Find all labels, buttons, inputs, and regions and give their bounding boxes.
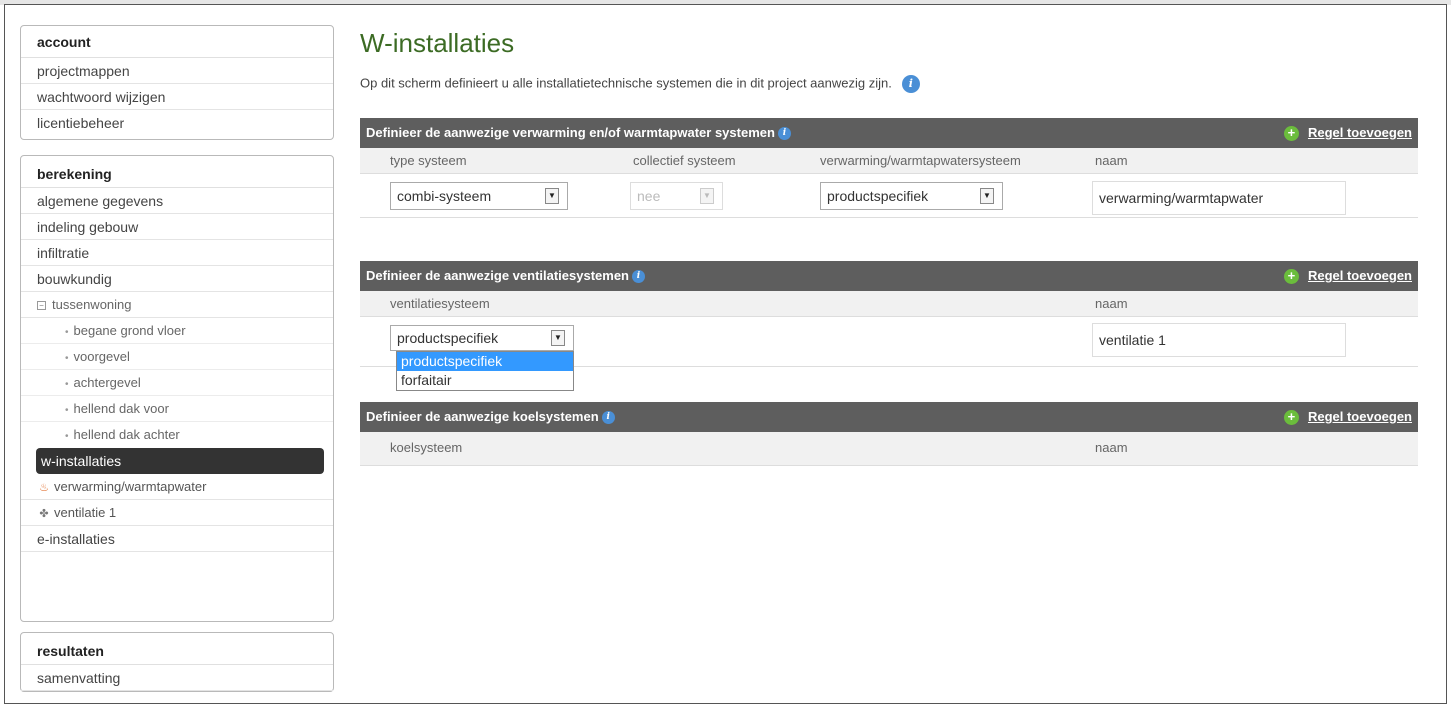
column-header-type-systeem: type systeem <box>390 153 467 168</box>
sidebar-item-indeling-gebouw[interactable]: indeling gebouw <box>21 214 333 240</box>
chevron-down-icon: ▼ <box>980 188 994 204</box>
tree-item-hellend-dak-voor[interactable]: • hellend dak voor <box>21 396 333 422</box>
heating-header: Definieer de aanwezige verwarming en/of … <box>366 125 775 140</box>
add-row-label: Regel toevoegen <box>1307 125 1412 140</box>
resultaten-heading: resultaten <box>21 633 333 665</box>
chevron-down-icon: ▼ <box>545 188 559 204</box>
select-value: productspecifiek <box>827 188 929 204</box>
bullet-icon: • <box>65 405 69 416</box>
sidebar-item-label: ventilatie 1 <box>54 505 117 520</box>
intro-label: Op dit scherm definieert u alle installa… <box>360 75 892 91</box>
heating-add-row-link[interactable]: + Regel toevoegen <box>1283 118 1412 148</box>
collectief-systeem-select: nee ▼ <box>630 182 723 210</box>
sidebar-item-e-installaties[interactable]: e-installaties <box>21 526 333 552</box>
chevron-down-icon: ▼ <box>700 188 714 204</box>
select-value: nee <box>637 188 661 204</box>
info-icon[interactable]: i <box>632 270 645 284</box>
add-row-label: Regel toevoegen <box>1307 268 1412 283</box>
tree-item-label: voorgevel <box>73 349 130 364</box>
column-header-koelsysteem: koelsysteem <box>390 440 463 455</box>
plus-icon: + <box>1283 126 1299 142</box>
ventilation-naam-input[interactable]: ventilatie 1 <box>1092 323 1346 357</box>
sidebar-item-bouwkundig[interactable]: bouwkundig <box>21 266 333 292</box>
bullet-icon: • <box>65 379 69 390</box>
account-panel: account projectmappen wachtwoord wijzige… <box>20 25 334 140</box>
add-row-label: Regel toevoegen <box>1307 409 1412 424</box>
cooling-column-headers: koelsysteem naam <box>360 432 1418 466</box>
tree-item-label: achtergevel <box>73 375 141 390</box>
sidebar-item-label: verwarming/warmtapwater <box>54 479 207 494</box>
cooling-header: Definieer de aanwezige koelsystemen <box>366 409 599 424</box>
column-header-verwarming-systeem: verwarming/warmtapwatersysteem <box>820 153 1021 168</box>
ventilatiesysteem-select[interactable]: productspecifiek ▼ <box>390 325 574 351</box>
ventilation-add-row-link[interactable]: + Regel toevoegen <box>1283 261 1412 291</box>
bullet-icon: • <box>65 431 69 442</box>
sidebar-item-w-installaties[interactable]: w-installaties <box>36 448 324 474</box>
tree-item-begane-grond-vloer[interactable]: • begane grond vloer <box>21 318 333 344</box>
column-header-naam: naam <box>1095 153 1128 168</box>
select-value: productspecifiek <box>397 330 499 346</box>
heating-naam-input[interactable]: verwarming/warmtapwater <box>1092 181 1346 215</box>
heating-column-headers: type systeem collectief systeem verwarmi… <box>360 148 1418 174</box>
tree-item-label: hellend dak achter <box>73 427 180 442</box>
berekening-heading: berekening <box>21 156 333 188</box>
ventilatiesysteem-dropdown-list[interactable]: productspecifiek forfaitair <box>396 351 574 391</box>
tree-item-label: hellend dak voor <box>73 401 169 416</box>
fan-icon: ✤ <box>39 508 49 520</box>
sidebar-item-wachtwoord-wijzigen[interactable]: wachtwoord wijzigen <box>21 84 333 110</box>
tree-item-label: begane grond vloer <box>73 323 186 338</box>
resultaten-panel: resultaten samenvatting <box>20 632 334 692</box>
heating-section: Definieer de aanwezige verwarming en/of … <box>360 118 1418 218</box>
column-header-naam: naam <box>1095 440 1128 455</box>
sidebar-item-licentiebeheer[interactable]: licentiebeheer <box>21 110 333 136</box>
flame-icon: ♨ <box>39 482 49 494</box>
info-icon[interactable]: i <box>601 411 615 425</box>
column-header-ventilatiesysteem: ventilatiesysteem <box>390 296 490 311</box>
intro-text: Op dit scherm definieert u alle installa… <box>360 75 920 93</box>
ventilation-column-headers: ventilatiesysteem naam <box>360 291 1418 317</box>
dropdown-option-productspecifiek[interactable]: productspecifiek <box>397 352 573 371</box>
collapse-icon[interactable]: − <box>37 301 46 311</box>
sidebar-item-infiltratie[interactable]: infiltratie <box>21 240 333 266</box>
cooling-section: Definieer de aanwezige koelsystemen i + Re… <box>360 402 1418 466</box>
heating-header-bar: Definieer de aanwezige verwarming en/of … <box>360 118 1418 148</box>
chevron-down-icon: ▼ <box>551 330 565 346</box>
tree-item-voorgevel[interactable]: • voorgevel <box>21 344 333 370</box>
select-value: combi-systeem <box>397 188 492 204</box>
account-heading: account <box>21 26 333 58</box>
bullet-icon: • <box>65 327 69 338</box>
info-icon[interactable]: i <box>777 127 791 141</box>
sidebar-item-samenvatting[interactable]: samenvatting <box>21 665 333 691</box>
tree-node-tussenwoning[interactable]: − tussenwoning <box>21 292 333 318</box>
column-header-naam: naam <box>1095 296 1128 311</box>
plus-icon: + <box>1283 410 1299 426</box>
sidebar-item-algemene-gegevens[interactable]: algemene gegevens <box>21 188 333 214</box>
verwarming-systeem-select[interactable]: productspecifiek ▼ <box>820 182 1003 210</box>
tree-item-hellend-dak-achter[interactable]: • hellend dak achter <box>21 422 333 448</box>
ventilation-header: Definieer de aanwezige ventilatiesysteme… <box>366 268 629 283</box>
tree-item-achtergevel[interactable]: • achtergevel <box>21 370 333 396</box>
cooling-add-row-link[interactable]: + Regel toevoegen <box>1283 402 1412 432</box>
cooling-header-bar: Definieer de aanwezige koelsystemen i + Re… <box>360 402 1418 432</box>
bullet-icon: • <box>65 353 69 364</box>
page-title: W-installaties <box>360 28 515 58</box>
sidebar-item-projectmappen[interactable]: projectmappen <box>21 58 333 84</box>
plus-icon: + <box>1283 269 1299 285</box>
type-systeem-select[interactable]: combi-systeem ▼ <box>390 182 568 210</box>
ventilation-section: Definieer de aanwezige ventilatiesysteme… <box>360 261 1418 391</box>
sidebar-item-ventilatie[interactable]: ✤ ventilatie 1 <box>21 500 333 526</box>
sidebar-item-verwarming[interactable]: ♨ verwarming/warmtapwater <box>21 474 333 500</box>
info-icon[interactable]: i <box>901 75 920 93</box>
ventilation-header-bar: Definieer de aanwezige ventilatiesysteme… <box>360 261 1418 291</box>
heating-row: combi-systeem ▼ nee ▼ productspecifiek ▼… <box>360 174 1418 218</box>
dropdown-option-forfaitair[interactable]: forfaitair <box>397 371 573 390</box>
tree-node-label: tussenwoning <box>52 297 132 312</box>
berekening-panel: berekening algemene gegevens indeling ge… <box>20 155 334 622</box>
column-header-collectief-systeem: collectief systeem <box>633 153 736 168</box>
